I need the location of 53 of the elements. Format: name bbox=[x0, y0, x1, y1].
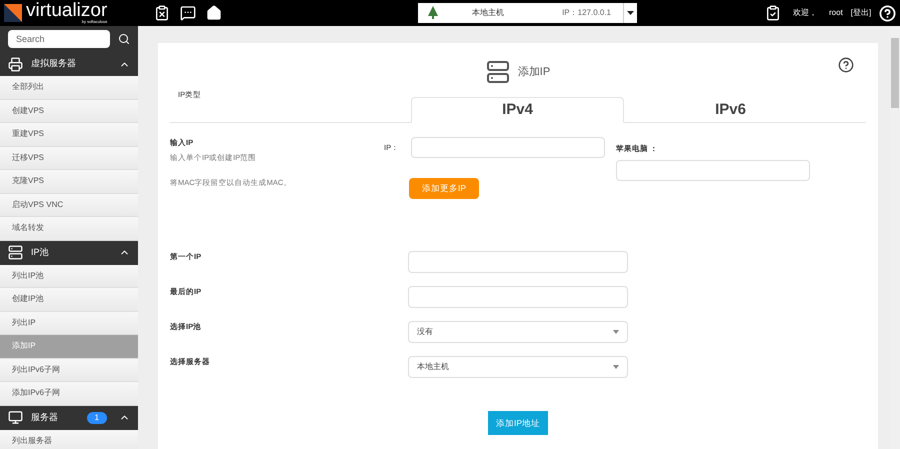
section-title: 虚拟服务器 bbox=[31, 57, 76, 70]
sidebar-item[interactable]: 域名转发 bbox=[0, 217, 138, 240]
sidebar-item[interactable]: 创建IP池 bbox=[0, 288, 138, 312]
username: root bbox=[829, 7, 843, 19]
section-title: IP池 bbox=[31, 246, 49, 259]
chat-icon[interactable] bbox=[180, 5, 196, 21]
search-field[interactable]: Search bbox=[8, 30, 110, 48]
text-field[interactable] bbox=[408, 286, 628, 308]
sidebar-item[interactable]: 列出IP bbox=[0, 312, 138, 335]
server-ip: IP：127.0.0.1 bbox=[562, 7, 611, 19]
clipboard-icon[interactable] bbox=[154, 5, 170, 21]
select-field[interactable]: 本地主机 bbox=[408, 356, 628, 378]
select-value: 没有 bbox=[417, 326, 433, 338]
tasks-icon[interactable] bbox=[765, 5, 781, 21]
sidebar-section-header[interactable]: 虚拟服务器 bbox=[0, 52, 138, 76]
sidebar-item[interactable]: 启动VPS VNC bbox=[0, 194, 138, 217]
search-icon[interactable] bbox=[118, 32, 130, 46]
logo-icon bbox=[4, 4, 22, 22]
sidebar-item[interactable]: 列出IP池 bbox=[0, 264, 138, 288]
sidebar-item[interactable]: 克隆VPS bbox=[0, 170, 138, 194]
select-field[interactable]: 没有 bbox=[408, 321, 628, 343]
sidebar-item[interactable]: 列出服务器 bbox=[0, 430, 138, 449]
text-field[interactable] bbox=[408, 251, 628, 273]
caret-icon bbox=[627, 11, 634, 15]
sidebar-item[interactable]: 全部列出 bbox=[0, 76, 138, 100]
count-badge: 1 bbox=[86, 412, 107, 424]
sidebar-item[interactable]: 列出IPv6子网 bbox=[0, 358, 138, 382]
section-title: 服务器 bbox=[31, 410, 58, 424]
page-title: 添加IP bbox=[518, 64, 550, 80]
caret-icon bbox=[613, 330, 619, 334]
sidebar-item[interactable]: 创建VPS bbox=[0, 100, 138, 123]
ip-input[interactable] bbox=[411, 137, 606, 158]
logo-text: virtualizor bbox=[26, 2, 108, 20]
sidebar-section-header[interactable]: IP池 bbox=[0, 240, 138, 264]
help-icon[interactable] bbox=[838, 57, 854, 73]
tab[interactable]: IPv4 bbox=[411, 97, 624, 123]
printer-icon bbox=[8, 56, 23, 72]
select-value: 本地主机 bbox=[417, 361, 449, 373]
logout-link[interactable]: [登出] bbox=[850, 7, 872, 19]
sidebar-item[interactable]: 重建VPS bbox=[0, 123, 138, 146]
server-name: 本地主机 bbox=[472, 7, 504, 19]
server-icon bbox=[8, 245, 23, 260]
server-icon bbox=[486, 60, 510, 84]
sidebar-item[interactable]: 添加IPv6子网 bbox=[0, 382, 138, 406]
home-icon[interactable] bbox=[206, 5, 222, 21]
server-select[interactable]: 本地主机 IP：127.0.0.1 bbox=[418, 3, 637, 23]
sidebar-section-header[interactable]: 服务器 1 bbox=[0, 406, 138, 430]
monitor-icon bbox=[8, 410, 23, 425]
mac-input[interactable] bbox=[616, 160, 810, 182]
sidebar-item[interactable]: 迁移VPS bbox=[0, 146, 138, 170]
caret-icon bbox=[613, 365, 619, 369]
tab[interactable]: IPv6 bbox=[624, 97, 837, 123]
welcome-text: 欢迎， bbox=[793, 7, 817, 19]
